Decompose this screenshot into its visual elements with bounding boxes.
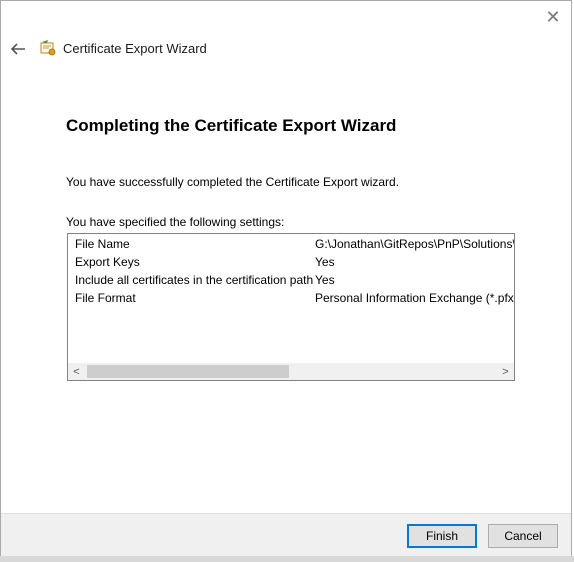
back-button[interactable] — [7, 39, 29, 59]
back-arrow-icon — [10, 43, 25, 55]
setting-name: File Name — [75, 237, 130, 251]
setting-name: Export Keys — [75, 255, 140, 269]
background-strip — [0, 556, 574, 562]
certificate-icon — [40, 40, 56, 56]
finish-button[interactable]: Finish — [407, 524, 477, 548]
wizard-window: ✕ Certificate Export Wizard Completing t… — [0, 0, 572, 557]
setting-name: File Format — [75, 291, 136, 305]
settings-row: File Format Personal Information Exchang… — [68, 289, 514, 307]
close-icon: ✕ — [545, 7, 561, 27]
chevron-left-icon: < — [73, 365, 80, 378]
horizontal-scrollbar[interactable]: < > — [68, 363, 514, 380]
setting-value: Yes — [315, 255, 335, 269]
scroll-thumb[interactable] — [87, 365, 289, 378]
setting-name: Include all certificates in the certific… — [75, 273, 314, 287]
page-heading: Completing the Certificate Export Wizard — [66, 116, 397, 135]
setting-value: Yes — [315, 273, 335, 287]
setting-value: Personal Information Exchange (*.pfx) — [315, 291, 514, 305]
close-button[interactable]: ✕ — [542, 7, 564, 27]
settings-list[interactable]: File Name G:\Jonathan\GitRepos\PnP\Solut… — [67, 233, 515, 381]
settings-row: File Name G:\Jonathan\GitRepos\PnP\Solut… — [68, 235, 514, 253]
completion-message: You have successfully completed the Cert… — [66, 175, 400, 189]
scroll-right-button[interactable]: > — [497, 363, 514, 380]
wizard-title: Certificate Export Wizard — [63, 41, 207, 56]
chevron-right-icon: > — [502, 365, 509, 378]
setting-value: G:\Jonathan\GitRepos\PnP\Solutions\E — [315, 237, 514, 251]
button-bar: Finish Cancel — [1, 513, 571, 557]
settings-row: Include all certificates in the certific… — [68, 271, 514, 289]
cancel-button[interactable]: Cancel — [488, 524, 558, 548]
scroll-left-button[interactable]: < — [68, 363, 85, 380]
settings-label: You have specified the following setting… — [66, 215, 285, 229]
settings-row: Export Keys Yes — [68, 253, 514, 271]
